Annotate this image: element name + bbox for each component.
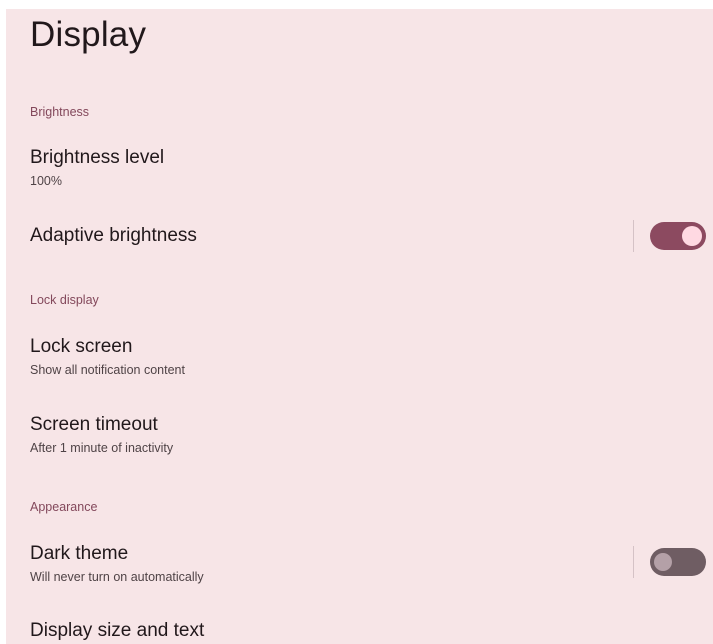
section-header-lock-display: Lock display xyxy=(30,293,99,307)
switch-thumb xyxy=(654,553,672,571)
adaptive-brightness-title: Adaptive brightness xyxy=(30,225,197,246)
screen-timeout-item[interactable]: Screen timeout After 1 minute of inactiv… xyxy=(6,403,713,465)
lock-screen-title: Lock screen xyxy=(30,336,133,357)
switch-thumb xyxy=(682,226,702,246)
screen-timeout-summary: After 1 minute of inactivity xyxy=(30,441,174,455)
switch-divider xyxy=(633,220,634,252)
section-header-brightness: Brightness xyxy=(30,105,90,119)
display-size-title: Display size and text xyxy=(30,620,205,641)
brightness-level-item[interactable]: Brightness level 100% xyxy=(6,137,713,195)
section-header-appearance: Appearance xyxy=(30,500,98,514)
dark-theme-switch[interactable] xyxy=(650,548,706,576)
display-size-item[interactable]: Display size and text xyxy=(6,610,713,644)
lock-screen-summary: Show all notification content xyxy=(30,363,185,377)
adaptive-brightness-item[interactable]: Adaptive brightness xyxy=(6,205,713,267)
switch-divider xyxy=(633,546,634,578)
screen-timeout-title: Screen timeout xyxy=(30,414,158,435)
page-title: Display xyxy=(30,15,147,54)
lock-screen-item[interactable]: Lock screen Show all notification conten… xyxy=(6,325,713,387)
dark-theme-title: Dark theme xyxy=(30,543,129,564)
brightness-level-title: Brightness level xyxy=(30,147,165,168)
adaptive-brightness-switch[interactable] xyxy=(650,222,706,250)
dark-theme-item[interactable]: Dark theme Will never turn on automatica… xyxy=(6,532,713,594)
settings-screen: Display Brightness Brightness level 100%… xyxy=(6,9,713,644)
brightness-level-summary: 100% xyxy=(30,174,62,188)
dark-theme-summary: Will never turn on automatically xyxy=(30,570,204,584)
